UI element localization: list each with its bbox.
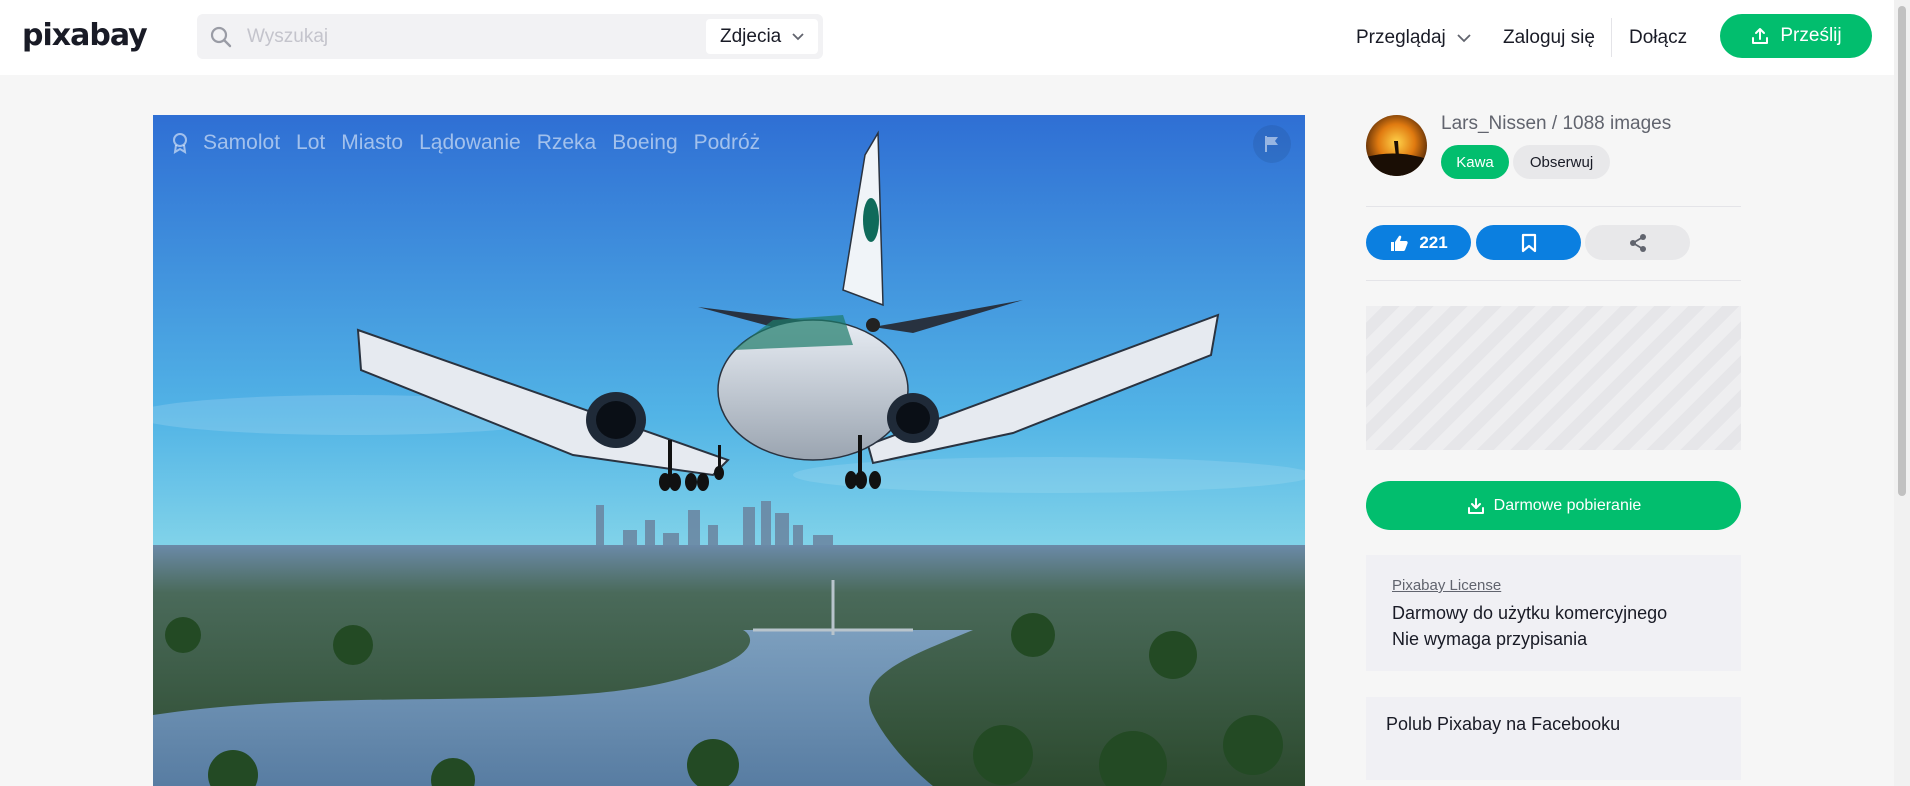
search-icon[interactable] <box>209 25 233 49</box>
tag-samolot[interactable]: Samolot <box>203 131 280 155</box>
tag-miasto[interactable]: Miasto <box>341 131 403 155</box>
facebook-panel: Polub Pixabay na Facebooku <box>1366 697 1741 780</box>
browse-label: Przeglądaj <box>1356 26 1446 48</box>
page-scrollbar[interactable] <box>1894 0 1910 786</box>
author-info: Lars_Nissen / 1088 images <box>1441 113 1671 135</box>
upload-icon <box>1752 28 1769 44</box>
scrollbar-thumb[interactable] <box>1898 6 1906 496</box>
license-commercial-text: Darmowy do użytku komercyjnego <box>1392 603 1668 623</box>
photo-tags: Samolot Lot Miasto Lądowanie Rzeka Boein… <box>171 131 776 155</box>
nav-divider <box>1611 18 1612 57</box>
top-header: pixabay Zdjecia Przeglądaj Zaloguj się D… <box>0 0 1894 75</box>
coffee-button[interactable]: Kawa <box>1441 145 1509 179</box>
tag-ladowanie[interactable]: Lądowanie <box>419 131 521 155</box>
author-name[interactable]: Lars_Nissen <box>1441 113 1547 134</box>
share-button[interactable] <box>1585 225 1690 260</box>
tag-rzeka[interactable]: Rzeka <box>537 131 597 155</box>
divider <box>1366 280 1741 281</box>
like-count: 221 <box>1419 232 1448 252</box>
like-button[interactable]: 221 <box>1366 225 1471 260</box>
follow-button[interactable]: Obserwuj <box>1513 145 1610 179</box>
upload-button[interactable]: Prześlij <box>1720 14 1872 58</box>
author-avatar[interactable] <box>1366 115 1427 176</box>
search-bar: Zdjecia <box>197 14 887 59</box>
divider <box>1366 206 1741 207</box>
author-separator: / <box>1546 113 1563 134</box>
login-link[interactable]: Zaloguj się <box>1503 0 1595 75</box>
tag-podroz[interactable]: Podróż <box>694 131 761 155</box>
ad-placeholder <box>1366 306 1741 450</box>
chevron-down-icon <box>792 32 804 40</box>
tag-boeing[interactable]: Boeing <box>612 131 677 155</box>
author-image-count[interactable]: 1088 images <box>1562 113 1671 134</box>
download-label: Darmowe pobieranie <box>1493 496 1642 514</box>
save-button[interactable] <box>1476 225 1581 260</box>
license-link[interactable]: Pixabay License <box>1392 577 1715 594</box>
facebook-like-text: Polub Pixabay na Facebooku <box>1386 714 1621 734</box>
bookmark-icon <box>1521 233 1536 252</box>
free-download-button[interactable]: Darmowe pobieranie <box>1366 481 1741 530</box>
chevron-down-icon <box>1457 33 1471 42</box>
thumbs-up-icon <box>1391 235 1408 251</box>
join-link[interactable]: Dołącz <box>1629 0 1687 75</box>
upload-label: Prześlij <box>1780 25 1842 46</box>
license-attribution-text: Nie wymaga przypisania <box>1392 629 1588 649</box>
license-panel: Pixabay License Darmowy do użytku komerc… <box>1366 555 1741 671</box>
airplane-over-city-image <box>153 115 1305 786</box>
main-photo[interactable]: Samolot Lot Miasto Lądowanie Rzeka Boein… <box>153 115 1305 786</box>
share-icon <box>1629 233 1646 252</box>
media-type-select[interactable]: Zdjecia <box>706 19 818 54</box>
pixabay-logo[interactable]: pixabay <box>22 18 148 53</box>
tag-lot[interactable]: Lot <box>296 131 325 155</box>
report-button[interactable] <box>1253 125 1291 163</box>
flag-icon <box>1265 136 1278 152</box>
media-type-label: Zdjecia <box>720 25 782 47</box>
avatar-image <box>1366 115 1427 176</box>
browse-menu[interactable]: Przeglądaj <box>1356 0 1472 75</box>
badge-icon <box>173 133 187 154</box>
download-icon <box>1467 497 1484 514</box>
